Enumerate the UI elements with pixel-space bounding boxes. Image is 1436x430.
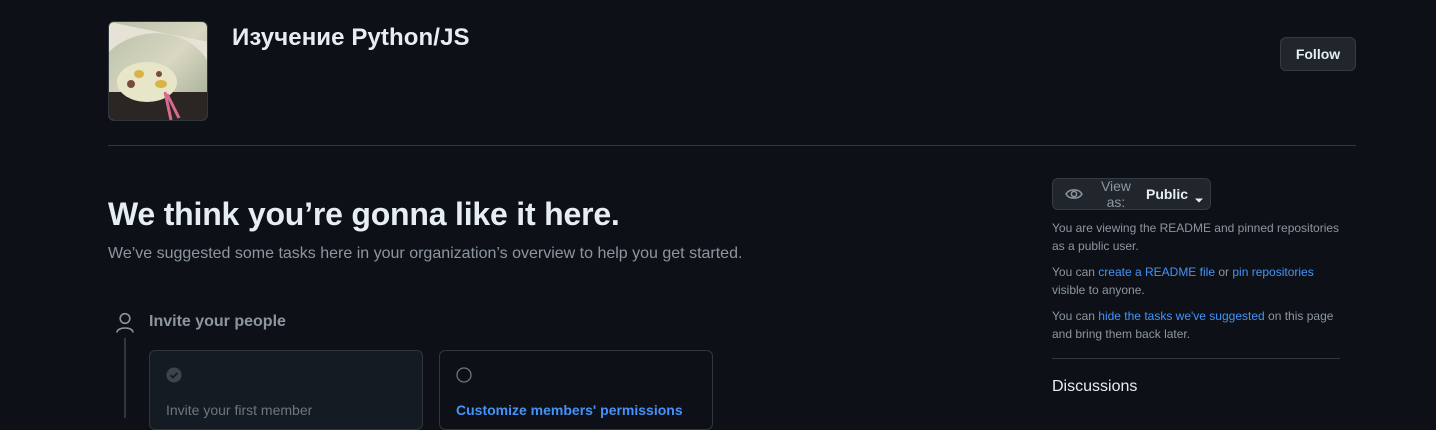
discussions-heading: Discussions [1052, 378, 1138, 395]
task-card-label: Invite your first member [166, 402, 313, 418]
eye-icon [1065, 187, 1083, 201]
hide-tasks-note: You can hide the tasks we've suggested o… [1052, 309, 1334, 341]
caret-down-icon [1194, 191, 1204, 203]
readme-note: You can create a README file or pin repo… [1052, 265, 1314, 297]
task-card-customize-permissions[interactable]: Customize members' permissions [439, 350, 713, 430]
header-divider [108, 145, 1356, 146]
view-as-dropdown[interactable]: View as: Public [1052, 178, 1211, 210]
check-circle-filled-icon [166, 367, 182, 383]
sidebar-divider [1052, 358, 1340, 359]
view-as-prefix: View as: [1100, 178, 1132, 210]
create-readme-link[interactable]: create a README file [1098, 265, 1215, 279]
welcome-subhead: We’ve suggested some tasks here in your … [108, 245, 743, 262]
pin-repositories-link[interactable]: pin repositories [1232, 265, 1313, 279]
org-name: Изучение Python/JS [232, 24, 470, 51]
task-card-link[interactable]: Customize members' permissions [456, 402, 683, 418]
circle-icon [456, 367, 472, 383]
org-avatar [108, 21, 208, 121]
person-icon [115, 312, 135, 334]
view-as-value: Public [1145, 186, 1188, 202]
task-timeline [124, 338, 126, 418]
welcome-headline: We think you’re gonna like it here. [108, 196, 620, 232]
hide-tasks-link[interactable]: hide the tasks we've suggested [1098, 309, 1264, 323]
task-group-title: Invite your people [149, 313, 286, 330]
follow-button[interactable]: Follow [1280, 37, 1356, 71]
view-as-note: You are viewing the README and pinned re… [1052, 221, 1340, 253]
task-card-invite-member[interactable]: Invite your first member [149, 350, 423, 430]
